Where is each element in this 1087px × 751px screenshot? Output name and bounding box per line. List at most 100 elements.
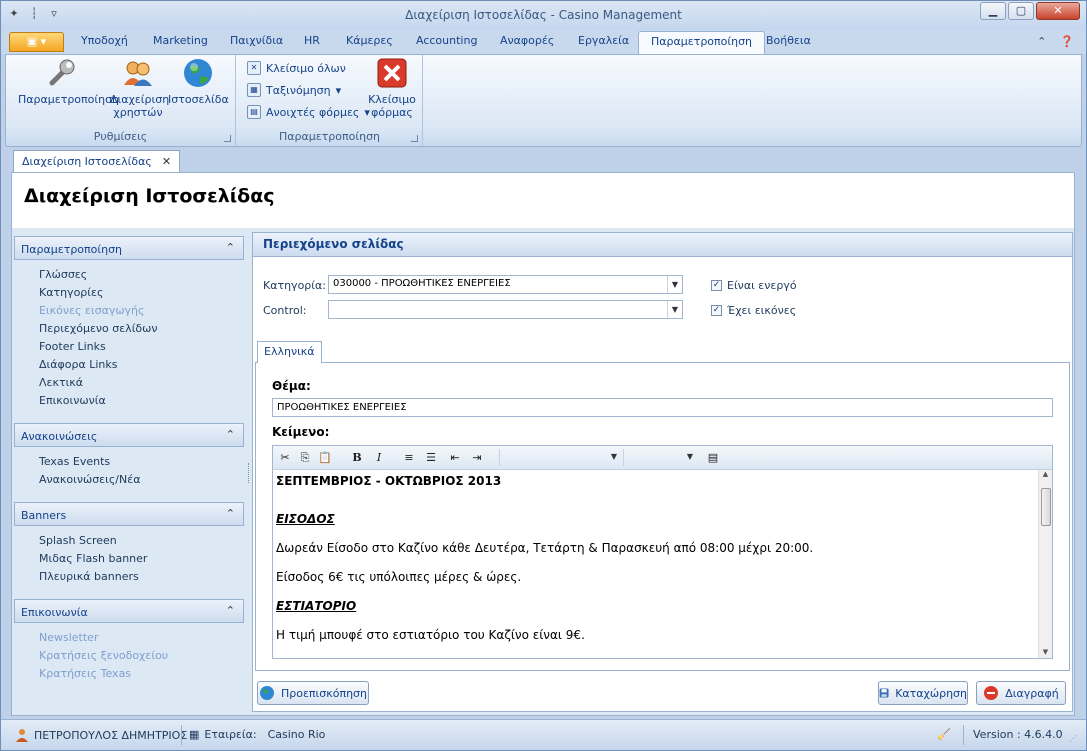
- tab-kameres[interactable]: Κάμερες: [346, 34, 393, 47]
- collapse-chevron-icon[interactable]: ⌃: [226, 428, 235, 441]
- status-user-name: ΠΕΤΡΟΠΟΥΛΟΣ ΔΗΜΗΤΡΙΟΣ: [34, 728, 188, 742]
- tab-hr[interactable]: HR: [304, 34, 320, 47]
- settings-button[interactable]: Παραμετροποίηση: [18, 57, 119, 106]
- users-icon: [124, 61, 152, 86]
- bullet-list-icon[interactable]: ☰: [423, 450, 439, 466]
- close-all-button[interactable]: ✕ Κλείσιμο όλων: [247, 61, 346, 75]
- nav-item-page-content[interactable]: Περιεχόμενο σελίδων: [14, 320, 244, 338]
- preview-button[interactable]: Προεπισκόπηση: [257, 681, 369, 705]
- broom-icon[interactable]: 🧹: [937, 728, 951, 741]
- wrench-icon: [49, 59, 75, 86]
- save-icon: [879, 688, 889, 698]
- nav-item-categories[interactable]: Κατηγορίες: [14, 284, 244, 302]
- tab-ergaleia[interactable]: Εργαλεία: [578, 34, 629, 47]
- nav-item-splash-screen[interactable]: Splash Screen: [14, 532, 244, 550]
- ribbon: Παραμετροποίηση Διαχείριση χρηστών Ιστοσ…: [5, 54, 1082, 147]
- has-images-checkbox[interactable]: ✓ Έχει εικόνες: [711, 304, 796, 317]
- nav-item-contact[interactable]: Επικοινωνία: [14, 392, 244, 410]
- nav-item-labels[interactable]: Λεκτικά: [14, 374, 244, 392]
- nav-item-hotel-bookings: Κρατήσεις ξενοδοχείου: [39, 649, 169, 662]
- group-dialog-launcher-icon[interactable]: [224, 135, 231, 142]
- nav-group-header[interactable]: Παραμετροποίηση ⌃: [14, 236, 244, 260]
- window-title: Διαχείριση Ιστοσελίδας - Casino Manageme…: [405, 8, 682, 22]
- subject-input[interactable]: ΠΡΟΩΘΗΤΙΚΕΣ ΕΝΕΡΓΕΙΕΣ: [272, 398, 1053, 417]
- language-tab-page: Θέμα: ΠΡΟΩΘΗΤΙΚΕΣ ΕΝΕΡΓΕΙΕΣ Κείμενο: ✂ ⎘…: [255, 362, 1070, 671]
- nav-group-settings: Παραμετροποίηση ⌃ Γλώσσες Κατηγορίες Εικό…: [14, 236, 244, 410]
- indent-icon[interactable]: ⇥: [469, 450, 485, 466]
- collapse-chevron-icon[interactable]: ⌃: [226, 241, 235, 254]
- tab-greek[interactable]: Ελληνικά: [257, 341, 322, 363]
- tab-marketing[interactable]: Marketing: [153, 34, 208, 47]
- chevron-down-icon[interactable]: ▼: [667, 301, 682, 318]
- nav-item-news[interactable]: Ανακοινώσεις/Νέα: [14, 471, 244, 489]
- open-forms-button[interactable]: ▤ Ανοιχτές φόρμες ▾: [247, 105, 370, 119]
- font-name-select[interactable]: ▼: [499, 449, 621, 466]
- delete-label: Διαγραφή: [1005, 686, 1059, 700]
- ribbon-group-label: Παραμετροποίηση: [278, 130, 381, 143]
- help-icon[interactable]: ❓: [1060, 35, 1074, 48]
- arrange-button[interactable]: ▦ Ταξινόμηση ▾: [247, 83, 341, 97]
- italic-icon[interactable]: I: [371, 450, 387, 466]
- nav-group-header[interactable]: Επικοινωνία ⌃: [14, 599, 244, 623]
- ribbon-group-settings: Παραμετροποίηση Διαχείριση χρηστών Ιστοσ…: [6, 55, 236, 146]
- panel-splitter[interactable]: [248, 463, 251, 483]
- document-tab[interactable]: Διαχείριση Ιστοσελίδας ✕: [13, 150, 181, 172]
- paste-icon[interactable]: 📋: [317, 450, 333, 466]
- category-label: Κατηγορία:: [263, 279, 326, 292]
- nav-item-misc-links[interactable]: Διάφορα Links: [14, 356, 244, 374]
- tab-anafores[interactable]: Αναφορές: [500, 34, 554, 47]
- status-version: Version : 4.6.4.0: [973, 728, 1063, 741]
- page-title: Διαχείριση Ιστοσελίδας: [24, 185, 275, 207]
- collapse-chevron-icon[interactable]: ⌃: [226, 604, 235, 617]
- cut-icon[interactable]: ✂: [277, 450, 293, 466]
- outdent-icon[interactable]: ⇤: [447, 450, 463, 466]
- nav-group-header[interactable]: Ανακοινώσεις ⌃: [14, 423, 244, 447]
- tab-voitheia[interactable]: Βοήθεια: [766, 34, 811, 47]
- save-button[interactable]: Καταχώρηση: [878, 681, 968, 705]
- application-menu-button[interactable]: ▣ ▾: [9, 32, 64, 52]
- tab-paixnidia[interactable]: Παιχνίδια: [230, 34, 283, 47]
- nav-item-languages[interactable]: Γλώσσες: [14, 266, 244, 284]
- rich-text-editor[interactable]: ✂ ⎘ 📋 B I ≡ ☰ ⇤ ⇥ ▼ ▼ ▤ ΣΕΠΤΕΜΒΡΙΟΣ - ΟΚ…: [272, 445, 1053, 659]
- delete-button[interactable]: Διαγραφή: [976, 681, 1066, 705]
- tab-ypodoxi[interactable]: Υποδοχή: [81, 34, 128, 47]
- nav-item-side-banners[interactable]: Πλευρικά banners: [14, 568, 244, 586]
- chevron-down-icon[interactable]: ▼: [667, 276, 682, 293]
- active-checkbox[interactable]: ✓ Είναι ενεργό: [711, 279, 797, 292]
- collapse-chevron-icon[interactable]: ⌃: [226, 507, 235, 520]
- checkbox-checked-icon[interactable]: ✓: [711, 305, 722, 316]
- scroll-up-icon[interactable]: ▲: [1039, 470, 1052, 478]
- nav-item-midas-flash-banner[interactable]: Μιδας Flash banner: [14, 550, 244, 568]
- nav-group-header[interactable]: Banners ⌃: [14, 502, 244, 526]
- tab-accounting[interactable]: Accounting: [416, 34, 477, 47]
- close-form-button[interactable]: Κλείσιμο φόρμας: [365, 57, 419, 119]
- status-bar: ΠΕΤΡΟΠΟΥΛΟΣ ΔΗΜΗΤΡΙΟΣ ▦ Εταιρεία: Casino…: [1, 719, 1086, 750]
- editor-scrollbar[interactable]: ▲ ▼: [1038, 470, 1052, 658]
- user-management-button[interactable]: Διαχείριση χρηστών: [110, 57, 169, 119]
- scroll-down-icon[interactable]: ▼: [1039, 648, 1052, 656]
- nav-group-announcements: Ανακοινώσεις ⌃ Texas Events Ανακοινώσεις/…: [14, 423, 244, 489]
- source-view-icon[interactable]: ▤: [705, 450, 721, 466]
- close-window-button[interactable]: ✕: [1036, 2, 1080, 20]
- website-button[interactable]: Ιστοσελίδα: [168, 57, 229, 106]
- editor-body[interactable]: ΣΕΠΤΕΜΒΡΙΟΣ - ΟΚΤΩΒΡΙΟΣ 2013 ΕΙΣΟΔΟΣ Δωρ…: [273, 470, 1038, 658]
- close-all-icon: ✕: [247, 61, 261, 75]
- category-select[interactable]: 030000 - ΠΡΟΩΘΗΤΙΚΕΣ ΕΝΕΡΓΕΙΕΣ ▼: [328, 275, 683, 294]
- copy-icon[interactable]: ⎘: [297, 450, 313, 466]
- status-company: ▦ Εταιρεία: Casino Rio: [189, 728, 325, 741]
- scrollbar-thumb[interactable]: [1041, 488, 1051, 526]
- numbered-list-icon[interactable]: ≡: [401, 450, 417, 466]
- maximize-button[interactable]: ▢: [1008, 2, 1034, 20]
- tab-parametropoiisi[interactable]: Παραμετροποίηση: [638, 31, 766, 54]
- checkbox-checked-icon[interactable]: ✓: [711, 280, 722, 291]
- minimize-button[interactable]: ▁: [980, 2, 1006, 20]
- control-select[interactable]: ▼: [328, 300, 683, 319]
- group-dialog-launcher-icon[interactable]: [411, 135, 418, 142]
- collapse-ribbon-icon[interactable]: ⌃: [1037, 35, 1046, 48]
- nav-item-footer-links[interactable]: Footer Links: [14, 338, 244, 356]
- font-size-select[interactable]: ▼: [623, 449, 697, 466]
- nav-item-texas-events[interactable]: Texas Events: [14, 453, 244, 471]
- close-tab-icon[interactable]: ✕: [162, 155, 171, 168]
- bold-icon[interactable]: B: [349, 450, 365, 466]
- resize-grip-icon[interactable]: ⋰: [1069, 734, 1077, 743]
